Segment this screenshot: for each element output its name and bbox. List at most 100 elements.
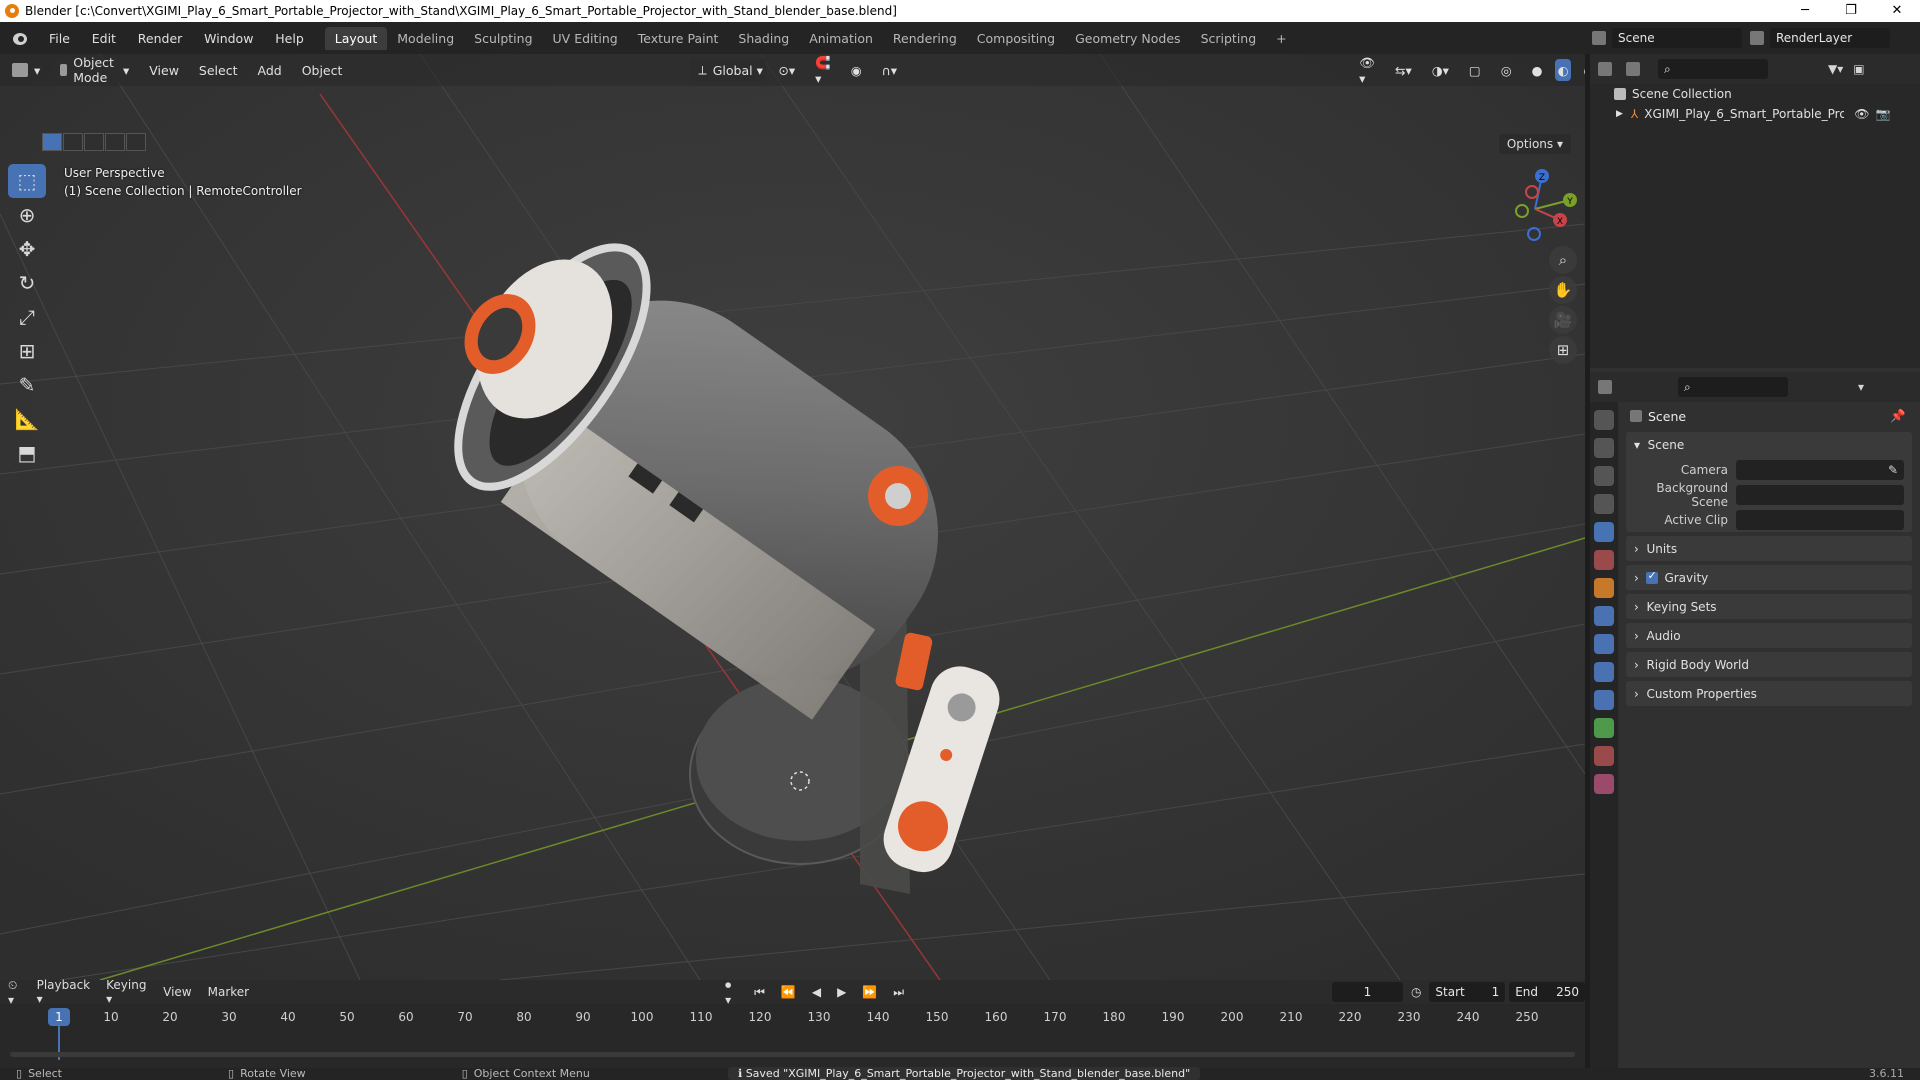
menu-add[interactable]: Add <box>249 59 289 81</box>
object-tab-icon[interactable] <box>1594 578 1614 598</box>
audio-panel[interactable]: › Audio <box>1626 623 1912 648</box>
tab-layout[interactable]: Layout <box>324 26 388 50</box>
hide-eye-icon[interactable]: 👁 <box>1854 107 1869 121</box>
ortho-grid-icon[interactable]: ⊞ <box>1549 336 1577 364</box>
menu-help[interactable]: Help <box>266 31 313 46</box>
maximize-button[interactable]: ❐ <box>1828 0 1874 22</box>
physics-tab-icon[interactable] <box>1594 662 1614 682</box>
visibility-icon[interactable]: 👁▾ <box>1351 55 1383 86</box>
timeline-editor-icon[interactable]: ⏲▾ <box>0 978 29 1007</box>
pin-icon[interactable]: 📌 <box>1890 408 1906 424</box>
background-scene-field[interactable] <box>1736 484 1904 505</box>
outliner-item-projector[interactable]: ▶ ⅄ XGIMI_Play_6_Smart_Portable_Projecto… <box>1590 104 1920 124</box>
units-panel[interactable]: › Units <box>1626 536 1912 561</box>
overlay-toggle-icon[interactable]: ◑▾ <box>1424 59 1457 81</box>
menu-object[interactable]: Object <box>294 59 351 81</box>
data-tab-icon[interactable] <box>1594 718 1614 738</box>
gizmo-toggle-icon[interactable]: ⇆▾ <box>1387 59 1420 81</box>
falloff-icon[interactable]: ∩▾ <box>874 59 905 81</box>
zoom-icon[interactable]: ⌕ <box>1549 246 1577 274</box>
modifier-tab-icon[interactable] <box>1594 606 1614 626</box>
transform-tool-icon[interactable]: ⊞ <box>8 334 46 368</box>
tab-shading[interactable]: Shading <box>728 27 799 50</box>
render-camera-icon[interactable]: 📷 <box>1876 107 1891 121</box>
properties-options-icon[interactable]: ▾ <box>1858 380 1864 394</box>
material-shading-icon[interactable]: ◐ <box>1554 59 1572 81</box>
expand-arrow-icon[interactable]: ▶ <box>1616 109 1623 119</box>
timeline-scrollbar[interactable] <box>10 1052 1575 1057</box>
gravity-panel[interactable]: › Gravity <box>1626 565 1912 590</box>
select-extend-icon[interactable] <box>63 133 83 151</box>
current-frame-field[interactable]: 1 <box>1332 982 1403 1002</box>
mode-selector[interactable]: Object Mode ▾ <box>52 55 138 85</box>
xray-icon[interactable]: ▢ <box>1461 59 1489 81</box>
select-intersect-icon[interactable] <box>126 133 146 151</box>
custom-properties-panel[interactable]: › Custom Properties <box>1626 681 1912 706</box>
camera-view-icon[interactable]: 🎥 <box>1549 306 1577 334</box>
menu-view[interactable]: View <box>141 59 187 81</box>
menu-keying[interactable]: Keying ▾ <box>98 978 155 1006</box>
playhead[interactable]: 1 <box>48 1008 70 1026</box>
jump-end-icon[interactable]: ⏭ <box>885 985 912 1000</box>
scene-panel-header[interactable]: ▾ Scene <box>1626 432 1912 457</box>
wireframe-shading-icon[interactable]: ◎ <box>1493 59 1520 81</box>
timeline-editor[interactable]: ⏲▾ Playback ▾ Keying ▾ View Marker ⏺ ▾ ⏮… <box>0 978 1585 1068</box>
rotate-tool-icon[interactable]: ↻ <box>8 266 46 300</box>
play-reverse-icon[interactable]: ◀ <box>804 985 829 999</box>
3d-viewport[interactable]: ▾ Object Mode ▾ View Select Add Object ⟂… <box>0 54 1585 980</box>
minimize-button[interactable]: ─ <box>1782 0 1828 22</box>
menu-render[interactable]: Render <box>129 31 192 46</box>
camera-field[interactable]: ✎ <box>1736 459 1904 480</box>
properties-editor-icon[interactable] <box>1598 380 1612 394</box>
tab-compositing[interactable]: Compositing <box>967 27 1065 50</box>
view-layer-field[interactable]: RenderLayer <box>1770 28 1890 48</box>
tab-sculpting[interactable]: Sculpting <box>464 27 542 50</box>
outliner-editor-icon[interactable] <box>1598 62 1612 76</box>
outliner[interactable]: ⌕ ▼▾ ▣ Scene Collection ▶ ⅄ XGIMI_Play_6… <box>1590 54 1920 368</box>
world-tab-icon[interactable] <box>1594 550 1614 570</box>
add-cube-tool-icon[interactable]: ⬒ <box>8 436 46 470</box>
solid-shading-icon[interactable]: ● <box>1524 59 1551 81</box>
jump-start-icon[interactable]: ⏮ <box>746 985 773 1000</box>
properties-editor[interactable]: ⌕ ▾ Scene 📌 ▾ Scene Camera ✎ Background … <box>1590 372 1920 1068</box>
texture-tab-icon[interactable] <box>1594 774 1614 794</box>
cursor-tool-icon[interactable]: ⊕ <box>8 198 46 232</box>
scene-icon[interactable] <box>1592 31 1606 45</box>
menu-marker[interactable]: Marker <box>200 985 257 999</box>
editor-type-button[interactable]: ▾ <box>4 59 48 81</box>
proportional-edit-icon[interactable]: ◉ <box>843 59 870 81</box>
play-icon[interactable]: ▶ <box>829 985 854 999</box>
outliner-scene-collection[interactable]: Scene Collection <box>1590 84 1920 104</box>
properties-search-input[interactable]: ⌕ <box>1678 377 1788 397</box>
menu-playback[interactable]: Playback ▾ <box>29 978 99 1006</box>
menu-select[interactable]: Select <box>191 59 246 81</box>
tab-animation[interactable]: Animation <box>799 27 883 50</box>
select-box-tool-icon[interactable]: ⬚ <box>8 164 46 198</box>
select-invert-icon[interactable] <box>105 133 125 151</box>
particles-tab-icon[interactable] <box>1594 634 1614 654</box>
snap-icon[interactable]: 🧲▾ <box>807 55 839 86</box>
scene-field[interactable]: Scene <box>1612 28 1742 48</box>
frame-ruler[interactable]: 10 20 30 40 50 60 70 80 90 100 110 120 1… <box>0 1010 1585 1030</box>
view-layer-icon[interactable] <box>1750 31 1764 45</box>
move-tool-icon[interactable]: ✥ <box>8 232 46 266</box>
pivot-point-icon[interactable]: ⊙▾ <box>770 59 803 81</box>
output-tab-icon[interactable] <box>1594 466 1614 486</box>
tab-scripting[interactable]: Scripting <box>1191 27 1267 50</box>
menu-file[interactable]: File <box>40 31 79 46</box>
constraints-tab-icon[interactable] <box>1594 690 1614 710</box>
tab-modeling[interactable]: Modeling <box>387 27 464 50</box>
close-button[interactable]: ✕ <box>1874 0 1920 22</box>
active-clip-field[interactable] <box>1736 509 1904 530</box>
new-collection-icon[interactable]: ▣ <box>1853 62 1864 76</box>
rigid-body-world-panel[interactable]: › Rigid Body World <box>1626 652 1912 677</box>
tab-rendering[interactable]: Rendering <box>883 27 967 50</box>
tab-uv-editing[interactable]: UV Editing <box>543 27 628 50</box>
tool-tab-icon[interactable] <box>1594 410 1614 430</box>
view-layer-tab-icon[interactable] <box>1594 494 1614 514</box>
select-new-icon[interactable] <box>42 133 62 151</box>
display-mode-icon[interactable] <box>1626 62 1640 76</box>
pan-hand-icon[interactable]: ✋ <box>1549 276 1577 304</box>
navigation-gizmo[interactable]: Z Y X <box>1490 164 1580 254</box>
add-workspace-button[interactable]: + <box>1266 27 1296 50</box>
